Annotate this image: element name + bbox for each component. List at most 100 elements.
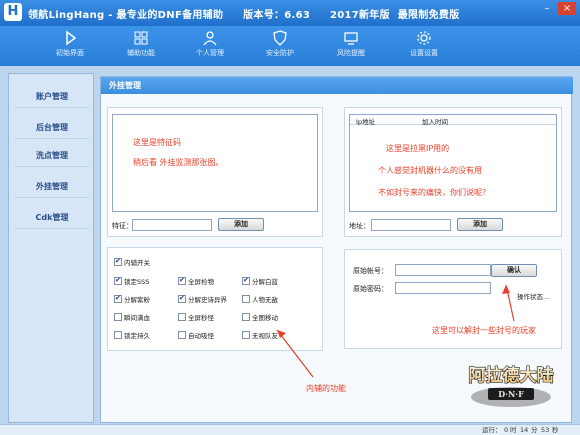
ip-column-header[interactable]: Ip地址 (356, 116, 375, 126)
operation-status: 操作状态... (517, 293, 550, 301)
account-input[interactable] (395, 264, 491, 276)
sidebar-item-accounts[interactable]: 账户管理 (15, 86, 89, 108)
grid-icon (134, 31, 148, 45)
logo-text: 阿拉德大陆 (469, 365, 554, 386)
checkbox-label: 全屏秒怪 (188, 314, 214, 322)
add-feature-button[interactable]: 添加 (218, 218, 264, 231)
logo-art: 阿拉德大陆 D·N·F (468, 364, 554, 407)
runtime-label: 运行： (482, 426, 502, 434)
sidebar: 账户管理 后台管理 洗点管理 外挂管理 Cdk管理 (8, 73, 94, 423)
checkbox-icon (242, 275, 250, 285)
confirm-unban-button[interactable]: 确认 (491, 264, 537, 277)
free-label: 最限制免费版 (397, 10, 460, 21)
runtime-minutes: 14 (520, 426, 529, 434)
password-input[interactable] (395, 282, 491, 294)
runtime-seconds: 53 (541, 426, 550, 434)
helper-option[interactable]: 瞬间满血 (114, 313, 150, 323)
password-field-label: 原始密码： (353, 285, 388, 293)
toolbar-start-button[interactable]: 初始界面 (42, 28, 98, 64)
ip-blacklist-panel: Ip地址 加入时间 这里是拉黑IP用的 个人感觉封机器什么的没有用 不如封号来的… (344, 107, 562, 237)
checkbox-icon (114, 313, 122, 321)
helper-option[interactable]: 锁定SSS (114, 275, 150, 287)
hours-unit: 时 (510, 426, 517, 434)
sidebar-item-cheats[interactable]: 外挂管理 (15, 176, 89, 198)
checkbox-label: 内辅开关 (124, 259, 150, 267)
toolbar-risk-button[interactable]: 风险提醒 (323, 28, 379, 64)
helper-option[interactable]: 自动吸怪 (178, 331, 214, 341)
checkbox-label: 锁定持久 (124, 332, 150, 340)
checkbox-icon (178, 293, 186, 303)
ip-field-label: 地址： (349, 222, 370, 230)
app-logo-icon: H (4, 3, 22, 21)
time-column-header[interactable]: 加入时间 (422, 116, 448, 126)
user-icon (203, 31, 217, 46)
main-toolbar: 初始界面 辅助功能 个人管理 安全防护 风险提醒 设置设置 (0, 26, 580, 66)
play-icon (66, 30, 77, 46)
helper-option[interactable]: 全屏秒怪 (178, 313, 214, 323)
logo-subtext: D·N·F (498, 389, 524, 399)
helper-option[interactable]: 人物无敌 (242, 295, 278, 305)
feature-code-list[interactable]: 这里是特征码 稍后看 外挂监测那张图。 (112, 114, 318, 212)
runtime-hours: 0 (504, 426, 509, 434)
toolbar-label: 安全防护 (266, 49, 294, 57)
checkbox-icon (114, 256, 122, 266)
checkbox-label: 人物无敌 (252, 296, 278, 304)
toolbar-label: 初始界面 (56, 49, 84, 57)
helper-master-switch[interactable]: 内辅开关 (114, 256, 150, 268)
app-window: H 领航LingHang - 最专业的DNF备用辅助 版本号：6.63 2017… (0, 0, 580, 435)
checkbox-label: 全屏检物 (188, 278, 214, 286)
dnf-logo: 阿拉德大陆 D·N·F (452, 353, 570, 415)
toolbar-label: 风险提醒 (337, 49, 365, 57)
feature-note-line2: 稍后看 外挂监测那张图。 (133, 158, 224, 167)
checkbox-label: 自动吸怪 (188, 332, 214, 340)
add-ip-button[interactable]: 添加 (457, 218, 503, 231)
toolbar-label: 个人管理 (196, 49, 224, 57)
toolbar-security-button[interactable]: 安全防护 (252, 28, 308, 64)
toolbar-assist-button[interactable]: 辅助功能 (113, 28, 169, 64)
checkbox-icon (242, 295, 250, 303)
gear-icon (417, 31, 431, 45)
ip-address-input[interactable] (371, 219, 451, 231)
unban-annotation: 这里可以解封一些封号的玩家 (432, 326, 536, 335)
tab-cheat-management[interactable]: 外挂管理 (101, 77, 573, 94)
title-bar: H 领航LingHang - 最专业的DNF备用辅助 版本号：6.63 2017… (0, 0, 580, 26)
ip-note-line2: 个人感觉封机器什么的没有用 (378, 166, 482, 175)
ip-note-line3: 不如封号来的痛快，你们说呢？ (378, 188, 490, 197)
helper-option[interactable]: 全图移动 (242, 313, 278, 323)
sidebar-item-cdk[interactable]: Cdk管理 (15, 207, 89, 229)
ip-blacklist-list[interactable]: Ip地址 加入时间 这里是拉黑IP用的 个人感觉封机器什么的没有用 不如封号来的… (349, 114, 557, 212)
checkbox-icon (178, 313, 186, 321)
toolbar-settings-button[interactable]: 设置设置 (396, 28, 452, 64)
feature-code-panel: 这里是特征码 稍后看 外挂监测那张图。 特征： 添加 (107, 107, 323, 237)
feature-code-input[interactable] (132, 219, 212, 231)
feature-note-line1: 这里是特征码 (133, 138, 181, 147)
sidebar-item-reset[interactable]: 洗点管理 (15, 145, 89, 167)
ip-note-line1: 这里是拉黑IP用的 (386, 144, 450, 153)
checkbox-icon (114, 331, 122, 339)
checkbox-icon (242, 313, 250, 321)
checkbox-label: 分解史诗异界 (188, 296, 227, 304)
checkbox-icon (114, 293, 122, 303)
checkbox-label: 锁定SSS (124, 278, 150, 286)
shield-icon (273, 30, 287, 46)
feature-field-label: 特征： (112, 222, 133, 230)
helper-option[interactable]: 分解紫粉 (114, 293, 150, 305)
edition-label: 2017新年版 (329, 10, 390, 21)
close-button[interactable]: × (558, 2, 576, 15)
helper-option[interactable]: 无视队友 (242, 331, 278, 341)
helper-option[interactable]: 锁定持久 (114, 331, 150, 341)
toolbar-label: 辅助功能 (127, 49, 155, 57)
account-field-label: 原始帐号： (353, 267, 388, 275)
helper-option[interactable]: 全屏检物 (178, 275, 214, 287)
window-title: 领航LingHang - 最专业的DNF备用辅助 版本号：6.63 2017新年… (28, 6, 460, 21)
helper-annotation: 内辅的功能 (306, 384, 346, 393)
seconds-unit: 秒 (552, 426, 559, 434)
checkbox-label: 全图移动 (252, 314, 278, 322)
checkbox-icon (178, 331, 186, 339)
minimize-button[interactable]: – (538, 2, 556, 15)
toolbar-user-button[interactable]: 个人管理 (182, 28, 238, 64)
helper-option[interactable]: 分解史诗异界 (178, 293, 227, 305)
sidebar-item-backend[interactable]: 后台管理 (15, 117, 89, 139)
toolbar-label: 设置设置 (410, 49, 438, 57)
helper-option[interactable]: 分解白蓝 (242, 275, 278, 287)
